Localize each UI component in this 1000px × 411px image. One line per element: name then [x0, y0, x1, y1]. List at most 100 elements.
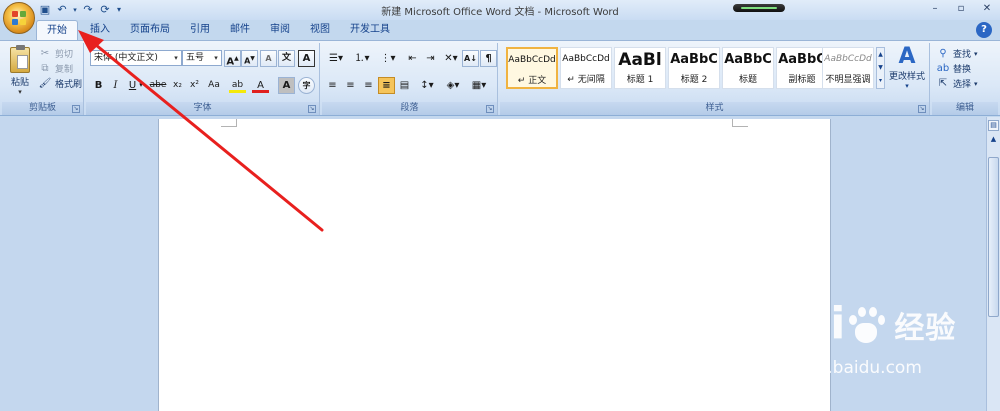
paste-dropdown-icon[interactable]: ▾	[6, 88, 34, 96]
change-styles-icon: A	[898, 44, 916, 69]
styles-launcher-icon[interactable]: ↘	[918, 105, 926, 113]
justify-button[interactable]: ≡	[378, 77, 395, 94]
tab-view[interactable]: 视图	[300, 20, 340, 40]
font-launcher-icon[interactable]: ↘	[308, 105, 316, 113]
watermark-url: jingyan.baidu.com	[765, 358, 922, 378]
tab-review[interactable]: 审阅	[260, 20, 300, 40]
paragraph-launcher-icon[interactable]: ↘	[486, 105, 494, 113]
style-subtle-emphasis[interactable]: AaBbCcDd 不明显强调	[822, 47, 874, 89]
tab-home[interactable]: 开始	[36, 20, 78, 40]
ruler-toggle-icon[interactable]: ▤	[988, 120, 999, 131]
style-heading-1[interactable]: AaBl 标题 1	[614, 47, 666, 89]
clipboard-group: 粘贴 ▾ ✂ 剪切 ⧉ 复制 🖌 格式刷 剪贴板 ↘	[2, 43, 84, 115]
superscript-button[interactable]: x²	[186, 77, 203, 94]
highlight-button[interactable]: ab	[229, 77, 246, 93]
cursor-icon: ⇱	[938, 77, 948, 89]
replace-button[interactable]: ab 替换	[936, 61, 971, 76]
window-controls: – ▫ ✕	[922, 0, 1000, 18]
office-button[interactable]	[3, 2, 35, 34]
decrease-indent-button[interactable]: ⇤	[404, 50, 421, 67]
style-name: ↵ 无间隔	[567, 75, 605, 85]
bold-button[interactable]: B	[90, 77, 107, 94]
style-normal[interactable]: AaBbCcDd ↵ 正文	[506, 47, 558, 89]
style-name: 标题 2	[680, 75, 708, 85]
change-case-button[interactable]: Aa	[204, 77, 224, 94]
cut-button[interactable]: ✂ 剪切	[38, 46, 73, 61]
copy-icon: ⧉	[41, 62, 49, 74]
margin-mark-left	[221, 119, 237, 127]
shrink-font-button[interactable]: A▼	[241, 50, 258, 67]
watermark-logo-left: Bai	[765, 298, 847, 349]
help-icon[interactable]: ?	[976, 22, 992, 38]
shading-button[interactable]: ◈▾	[442, 77, 464, 94]
change-styles-dropdown-icon: ▾	[905, 82, 909, 90]
change-styles-button[interactable]: A 更改样式 ▾	[888, 45, 926, 97]
paste-button[interactable]: 粘贴 ▾	[6, 45, 34, 97]
align-center-button[interactable]: ≡	[342, 77, 359, 94]
strikethrough-button[interactable]: abe	[148, 77, 168, 94]
cut-label: 剪切	[55, 50, 74, 60]
font-color-button[interactable]: A	[252, 77, 269, 93]
tab-page-layout[interactable]: 页面布局	[120, 20, 180, 40]
tab-references[interactable]: 引用	[180, 20, 220, 40]
scrollbar-thumb[interactable]	[988, 157, 999, 317]
restore-button[interactable]: ▫	[948, 0, 974, 18]
copy-button[interactable]: ⧉ 复制	[38, 61, 73, 76]
sort-button[interactable]: A↓	[462, 50, 479, 67]
numbering-button[interactable]: ⒈▾	[350, 50, 374, 67]
style-heading-2[interactable]: AaBbC 标题 2	[668, 47, 720, 89]
document-page[interactable]	[158, 119, 831, 411]
asian-layout-button[interactable]: ✕▾	[440, 50, 462, 67]
bullets-button[interactable]: ☰▾	[324, 50, 348, 67]
minimize-button[interactable]: –	[922, 0, 948, 18]
window-title: 新建 Microsoft Office Word 文档 - Microsoft …	[381, 7, 619, 18]
phonetic-guide-button[interactable]: 文	[278, 50, 295, 67]
clipboard-launcher-icon[interactable]: ↘	[72, 105, 80, 113]
font-name-dropdown-icon: ▾	[174, 54, 178, 62]
character-shading-button[interactable]: A	[278, 77, 295, 94]
watermark-logo-right: 经验	[894, 311, 957, 346]
style-no-spacing[interactable]: AaBbCcDd ↵ 无间隔	[560, 47, 612, 89]
font-name-select[interactable]: 宋体 (中文正文) ▾	[90, 50, 182, 66]
subscript-button[interactable]: x₂	[169, 77, 186, 94]
scroll-up-icon[interactable]: ▲	[988, 135, 999, 147]
find-button[interactable]: ⚲ 查找 ▾	[936, 46, 977, 61]
format-painter-label: 格式刷	[55, 80, 83, 90]
align-left-button[interactable]: ≡	[324, 77, 341, 94]
font-group-label: 字体 ↘	[86, 102, 319, 115]
italic-button[interactable]: I	[107, 77, 124, 94]
align-right-button[interactable]: ≡	[360, 77, 377, 94]
style-sample: AaBl	[618, 50, 662, 70]
clipboard-group-label: 剪贴板 ↘	[2, 102, 83, 115]
underline-dropdown-icon[interactable]: ▾	[137, 77, 145, 94]
tab-insert[interactable]: 插入	[80, 20, 120, 40]
distributed-button[interactable]: ▤	[396, 77, 413, 94]
close-button[interactable]: ✕	[974, 0, 1000, 18]
grow-font-button[interactable]: A▲	[224, 50, 241, 67]
multilevel-list-button[interactable]: ⋮▾	[376, 50, 400, 67]
style-subtitle[interactable]: AaBbC 副标题	[776, 47, 828, 89]
tab-developer[interactable]: 开发工具	[340, 20, 400, 40]
style-sample: AaBbCcDd	[824, 54, 872, 64]
select-label: 选择	[953, 80, 972, 90]
font-size-select[interactable]: 五号 ▾	[182, 50, 222, 66]
character-border-button[interactable]: A	[298, 50, 315, 67]
change-styles-label: 更改样式	[888, 72, 925, 82]
style-title[interactable]: AaBbC 标题	[722, 47, 774, 89]
tab-mailings[interactable]: 邮件	[220, 20, 260, 40]
borders-button[interactable]: ▦▾	[468, 77, 490, 94]
line-spacing-button[interactable]: ↕▾	[416, 77, 438, 94]
format-painter-button[interactable]: 🖌 格式刷	[38, 76, 82, 91]
styles-scroll[interactable]: ▲ ▼ ▾	[876, 47, 885, 89]
vertical-scrollbar[interactable]: ▤ ▲	[986, 117, 1000, 411]
select-button[interactable]: ⇱ 选择 ▾	[936, 76, 978, 91]
clear-format-button[interactable]: A	[260, 50, 277, 67]
enclose-characters-button[interactable]: 字	[298, 77, 315, 94]
binoculars-icon: ⚲	[939, 47, 947, 59]
font-size-value: 五号	[186, 53, 205, 63]
editing-group: ⚲ 查找 ▾ ab 替换 ⇱ 选择 ▾ 编辑	[932, 43, 998, 115]
show-marks-button[interactable]: ¶	[480, 50, 497, 67]
increase-indent-button[interactable]: ⇥	[422, 50, 439, 67]
style-sample: AaBbCcDd	[508, 55, 556, 65]
ribbon: 粘贴 ▾ ✂ 剪切 ⧉ 复制 🖌 格式刷 剪贴板 ↘ 宋体 (中文正文) ▾ 五号 ▾…	[0, 40, 1000, 116]
